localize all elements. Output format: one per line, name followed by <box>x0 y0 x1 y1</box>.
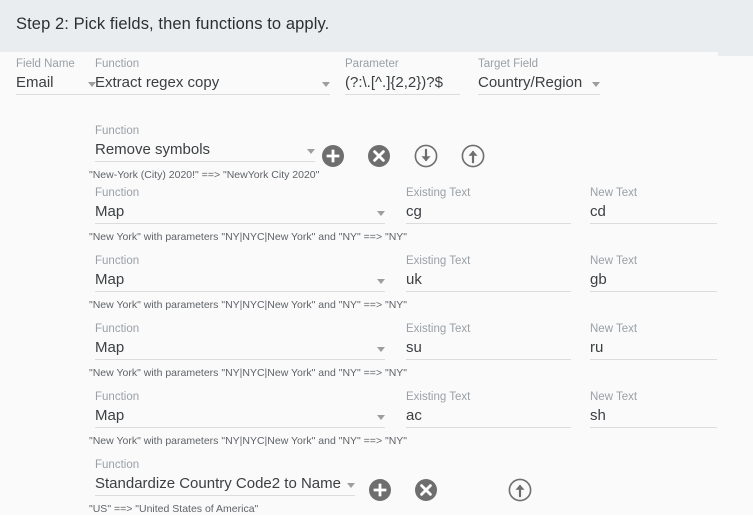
new-text-input[interactable]: New Text cd <box>590 187 717 224</box>
page-title: Step 2: Pick fields, then functions to a… <box>16 15 330 33</box>
remove-function-button[interactable] <box>367 144 391 168</box>
function-value-top: Extract regex copy <box>95 74 220 91</box>
target-field-value: Country/Region <box>478 74 583 91</box>
existing-text-underline <box>406 427 571 428</box>
field-name-value: Email <box>16 74 54 91</box>
existing-text-underline <box>406 223 571 224</box>
existing-text-underline <box>406 291 571 292</box>
existing-text-input[interactable]: Existing Text ac <box>406 391 571 428</box>
function-underline <box>95 359 385 360</box>
existing-text-input[interactable]: Existing Text su <box>406 323 571 360</box>
function-select[interactable]: Function Map <box>95 323 385 360</box>
arrow-up-circle-icon <box>508 478 532 502</box>
function-label: Function <box>95 255 140 267</box>
x-circle-icon <box>367 144 391 168</box>
function-label: Function <box>95 187 140 199</box>
function-underline <box>95 291 385 292</box>
chevron-down-icon <box>377 415 385 420</box>
function-value: Map <box>95 339 125 356</box>
parameter-value: (?:\.[^.]{2,2})?$ <box>345 74 443 91</box>
arrow-down-circle-icon <box>414 144 438 168</box>
function-select[interactable]: Function Remove symbols <box>95 125 315 162</box>
function-hint: "New-York (City) 2020!" ==> "NewYork Cit… <box>89 169 320 181</box>
function-select[interactable]: Function Standardize Country Code2 to Nam… <box>95 459 355 496</box>
new-text-value: ru <box>590 339 604 356</box>
function-select[interactable]: Function Map <box>95 255 385 292</box>
function-underline <box>95 427 385 428</box>
field-name-label: Field Name <box>16 58 75 70</box>
new-text-value: cd <box>590 203 606 220</box>
remove-function-button[interactable] <box>414 478 438 502</box>
new-text-underline <box>590 359 717 360</box>
existing-text-value: uk <box>406 271 422 288</box>
new-text-value: gb <box>590 271 607 288</box>
function-value: Map <box>95 407 125 424</box>
existing-text-input[interactable]: Existing Text cg <box>406 187 571 224</box>
existing-text-label: Existing Text <box>406 323 471 335</box>
new-text-label: New Text <box>590 187 638 199</box>
new-text-input[interactable]: New Text gb <box>590 255 717 292</box>
new-text-label: New Text <box>590 255 638 267</box>
function-hint: "New York" with parameters "NY|NYC|New Y… <box>89 231 408 243</box>
new-text-input[interactable]: New Text ru <box>590 323 717 360</box>
existing-text-value: ac <box>406 407 422 424</box>
move-function-up-button[interactable] <box>461 144 485 168</box>
plus-circle-icon <box>368 478 392 502</box>
chevron-down-icon <box>377 279 385 284</box>
function-select[interactable]: Function Map <box>95 391 385 428</box>
new-text-label: New Text <box>590 323 638 335</box>
chevron-down-icon <box>377 211 385 216</box>
function-label: Function <box>95 323 140 335</box>
chevron-down-icon <box>307 149 315 154</box>
x-circle-icon <box>414 478 438 502</box>
function-label: Function <box>95 125 140 137</box>
new-text-underline <box>590 427 717 428</box>
chevron-down-icon <box>592 82 600 87</box>
function-hint: "New York" with parameters "NY|NYC|New Y… <box>89 435 408 447</box>
function-underline <box>95 161 315 162</box>
parameter-underline <box>345 94 460 95</box>
parameter-label: Parameter <box>345 58 399 70</box>
chevron-down-icon <box>377 347 385 352</box>
existing-text-label: Existing Text <box>406 391 471 403</box>
new-text-value: sh <box>590 407 606 424</box>
field-name-underline <box>16 94 96 95</box>
function-hint: "New York" with parameters "NY|NYC|New Y… <box>89 299 408 311</box>
move-function-down-button[interactable] <box>414 144 438 168</box>
new-text-underline <box>590 291 717 292</box>
new-text-input[interactable]: New Text sh <box>590 391 717 428</box>
plus-circle-icon <box>321 144 345 168</box>
function-hint: "US" ==> "United States of America" <box>89 503 259 515</box>
function-value: Map <box>95 203 125 220</box>
add-function-button[interactable] <box>321 144 345 168</box>
function-value: Map <box>95 271 125 288</box>
chevron-down-icon <box>347 483 355 488</box>
function-underline <box>95 223 385 224</box>
existing-text-value: su <box>406 339 422 356</box>
new-text-label: New Text <box>590 391 638 403</box>
new-text-underline <box>590 223 717 224</box>
existing-text-label: Existing Text <box>406 255 471 267</box>
move-function-up-button[interactable] <box>508 478 532 502</box>
target-field-label: Target Field <box>478 58 539 70</box>
chevron-down-icon <box>322 82 330 87</box>
existing-text-label: Existing Text <box>406 187 471 199</box>
function-value: Remove symbols <box>95 141 211 158</box>
existing-text-underline <box>406 359 571 360</box>
function-label: Function <box>95 391 140 403</box>
add-function-button[interactable] <box>368 478 392 502</box>
target-field-underline <box>478 94 600 95</box>
function-value: Standardize Country Code2 to Name <box>95 475 341 492</box>
arrow-up-circle-icon <box>461 144 485 168</box>
existing-text-value: cg <box>406 203 422 220</box>
function-underline <box>95 495 355 496</box>
function-label: Function <box>95 459 140 471</box>
function-label-top: Function <box>95 58 140 70</box>
function-underline-top <box>95 94 330 95</box>
existing-text-input[interactable]: Existing Text uk <box>406 255 571 292</box>
function-hint: "New York" with parameters "NY|NYC|New Y… <box>89 367 408 379</box>
function-select[interactable]: Function Map <box>95 187 385 224</box>
